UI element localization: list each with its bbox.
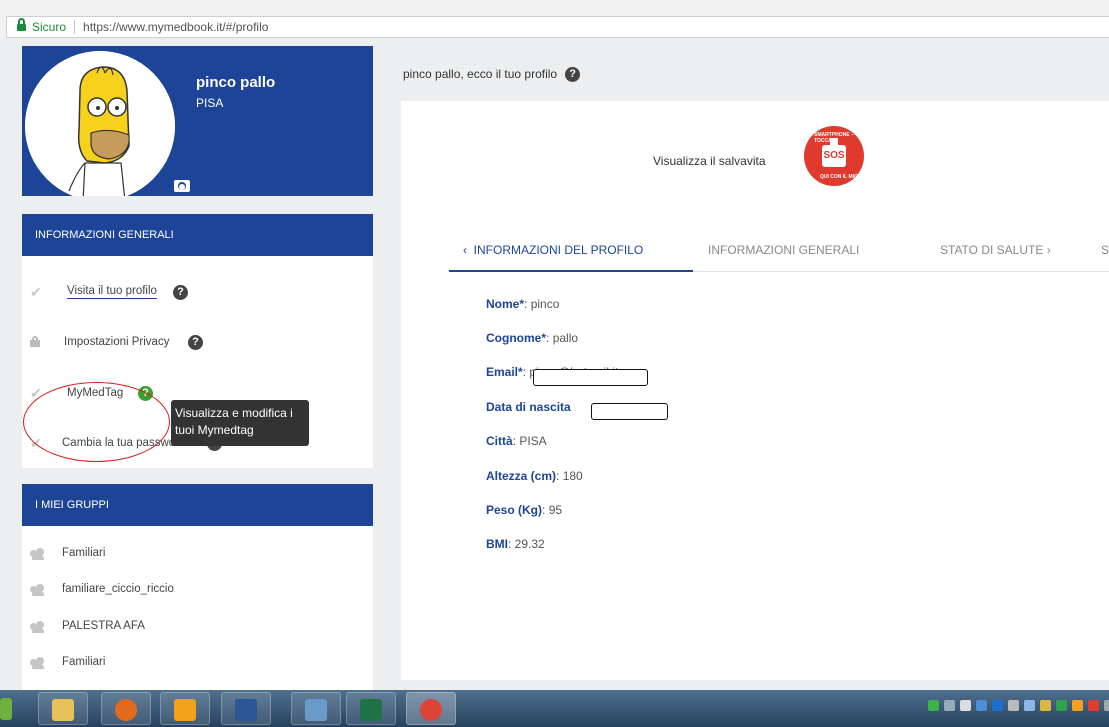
group-item[interactable]: Familiari: [22, 541, 373, 565]
people-icon: [30, 656, 46, 669]
menu-item-label[interactable]: Impostazioni Privacy: [64, 336, 169, 348]
group-label[interactable]: Familiari: [62, 547, 105, 559]
field-value: 95: [548, 503, 563, 517]
sos-arc-top: SMARTPHONE – TOCCA: [814, 132, 854, 144]
annotation-ellipse: [23, 382, 170, 462]
active-tab-indicator: [449, 270, 693, 272]
field-birthdate: Data di nascita: [486, 400, 571, 414]
group-label[interactable]: PALESTRA AFA: [62, 620, 145, 632]
field-value: 180: [562, 469, 583, 483]
sos-text: SOS: [822, 145, 846, 167]
sidebar: pinco pallo PISA INFORMAZIONI GENERALI ✔…: [0, 38, 400, 690]
lock-icon: [30, 336, 42, 348]
word-taskbar-icon[interactable]: [221, 692, 271, 725]
start-button[interactable]: [0, 692, 14, 725]
tray-icon[interactable]: [928, 700, 939, 711]
firefox-taskbar-icon[interactable]: [101, 692, 151, 725]
tab-more[interactable]: S: [1101, 243, 1109, 257]
help-icon[interactable]: ?: [173, 284, 188, 300]
general-info-header: INFORMAZIONI GENERALI: [22, 214, 373, 256]
lock-icon: [17, 18, 26, 32]
field-value: 29.32: [514, 537, 545, 551]
system-tray: [928, 700, 1109, 717]
group-label[interactable]: Familiari: [62, 656, 105, 668]
profile-card: pinco pallo PISA: [22, 46, 373, 196]
homer-avatar-icon: [25, 51, 175, 196]
tab-profile-info[interactable]: ‹ INFORMAZIONI DEL PROFILO: [463, 243, 643, 257]
field-surname: Cognome*: pallo: [486, 331, 579, 345]
check-icon: ✔: [30, 284, 42, 300]
group-item[interactable]: PALESTRA AFA: [22, 614, 373, 638]
taskbar: [0, 690, 1109, 727]
tray-icon[interactable]: [1008, 700, 1019, 711]
tray-icon[interactable]: [1088, 700, 1099, 711]
group-item[interactable]: familiare_ciccio_riccio: [22, 577, 373, 601]
browser-toolbar: Sicuro https://www.mymedbook.it/#/profil…: [0, 0, 1109, 38]
group-item[interactable]: Familiari: [22, 650, 373, 674]
help-icon[interactable]: ?: [565, 66, 581, 82]
explorer-taskbar-icon[interactable]: [38, 692, 88, 725]
camera-icon[interactable]: [174, 180, 190, 192]
profile-name: pinco pallo: [196, 74, 276, 91]
profile-city: PISA: [196, 96, 224, 110]
redaction-box: [591, 403, 668, 420]
lifesaver-link[interactable]: Visualizza il salvavita: [653, 154, 766, 168]
field-city: Città: PISA: [486, 434, 547, 448]
help-icon[interactable]: ?: [188, 334, 203, 350]
tray-icon[interactable]: [1024, 700, 1035, 711]
sos-logo[interactable]: SOS SMARTPHONE – TOCCA QUI CON IL MIO: [804, 126, 864, 186]
field-value: pallo: [552, 331, 579, 345]
signal-icon[interactable]: [960, 700, 971, 711]
people-icon: [30, 547, 46, 560]
tray-icon[interactable]: [976, 700, 987, 711]
outlook-taskbar-icon[interactable]: [160, 692, 210, 725]
group-label[interactable]: familiare_ciccio_riccio: [62, 583, 174, 595]
tray-icon[interactable]: [1104, 700, 1109, 711]
page-title: pinco pallo, ecco il tuo profilo: [403, 67, 558, 81]
main-header: pinco pallo, ecco il tuo profilo ?: [401, 47, 1109, 101]
tray-icon[interactable]: [1040, 700, 1051, 711]
tray-icon[interactable]: [992, 700, 1003, 711]
field-weight: Peso (Kg): 95: [486, 503, 563, 517]
avatar[interactable]: [25, 51, 175, 196]
groups-header: I MIEI GRUPPI: [22, 484, 373, 526]
url-text[interactable]: https://www.mymedbook.it/#/profilo: [83, 20, 268, 34]
tray-icon[interactable]: [944, 700, 955, 711]
field-value: PISA: [519, 434, 547, 448]
field-name: Nome*: pinco: [486, 297, 560, 311]
mymedtag-tooltip: Visualizza e modifica i tuoi Mymedtag: [171, 400, 309, 446]
app-taskbar-icon[interactable]: [291, 692, 341, 725]
chrome-taskbar-icon[interactable]: [406, 692, 456, 725]
people-icon: [30, 583, 46, 596]
menu-item-visit-profile[interactable]: ✔ Visita il tuo profilo ?: [22, 277, 373, 307]
tray-icon[interactable]: [1072, 700, 1083, 711]
field-height: Altezza (cm): 180: [486, 469, 583, 483]
tab-health-status[interactable]: STATO DI SALUTE ›: [940, 243, 1051, 257]
people-icon: [30, 620, 46, 633]
profile-tabs: ‹ INFORMAZIONI DEL PROFILO INFORMAZIONI …: [449, 227, 1109, 272]
groups-card: I MIEI GRUPPI Familiari familiare_ciccio…: [22, 484, 373, 690]
sos-arc-bottom: QUI CON IL MIO: [820, 174, 858, 180]
tab-general-info[interactable]: INFORMAZIONI GENERALI: [708, 243, 859, 257]
menu-item-privacy[interactable]: Impostazioni Privacy ?: [22, 327, 373, 357]
field-value: pinco: [530, 297, 560, 311]
excel-taskbar-icon[interactable]: [346, 692, 396, 725]
field-bmi: BMI: 29.32: [486, 537, 545, 551]
menu-item-label[interactable]: Visita il tuo profilo: [67, 285, 157, 299]
main-panel: pinco pallo, ecco il tuo profilo ? Visua…: [401, 47, 1109, 680]
secure-label: Sicuro: [32, 20, 67, 34]
redaction-box: [533, 369, 648, 386]
tray-icon[interactable]: [1056, 700, 1067, 711]
address-bar[interactable]: Sicuro https://www.mymedbook.it/#/profil…: [6, 16, 1109, 38]
address-separator: [74, 20, 76, 34]
